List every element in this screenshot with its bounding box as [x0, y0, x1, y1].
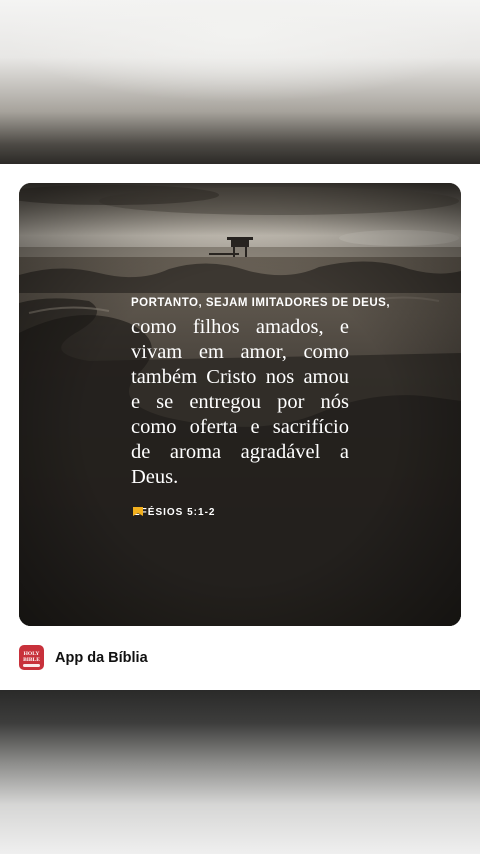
verse-lead-text: PORTANTO, SEJAM IMITADORES DE DEUS, [131, 297, 391, 309]
app-name[interactable]: App da Bíblia [55, 650, 148, 666]
app-icon-label-line2: BIBLE [23, 657, 40, 663]
bible-app-icon[interactable]: HOLY BIBLE [19, 645, 44, 670]
verse-body-text: como filhos amados, e vivam em amor, com… [131, 316, 349, 488]
verse-image-card[interactable]: PORTANTO, SEJAM IMITADORES DE DEUS, como… [0, 164, 480, 690]
blurred-background-top [0, 0, 480, 164]
app-icon-strap [23, 664, 40, 667]
verse-reference[interactable]: EFÉSIOS 5:1-2 [133, 507, 215, 518]
app-attribution[interactable]: HOLY BIBLE App da Bíblia [19, 645, 148, 670]
verse-image[interactable]: PORTANTO, SEJAM IMITADORES DE DEUS, como… [19, 183, 461, 626]
bookmark-flag-icon [133, 507, 143, 516]
blurred-background-bottom [0, 690, 480, 854]
verse-reference-text: EFÉSIOS 5:1-2 [133, 507, 216, 518]
verse-text-block: PORTANTO, SEJAM IMITADORES DE DEUS, como… [131, 297, 391, 490]
